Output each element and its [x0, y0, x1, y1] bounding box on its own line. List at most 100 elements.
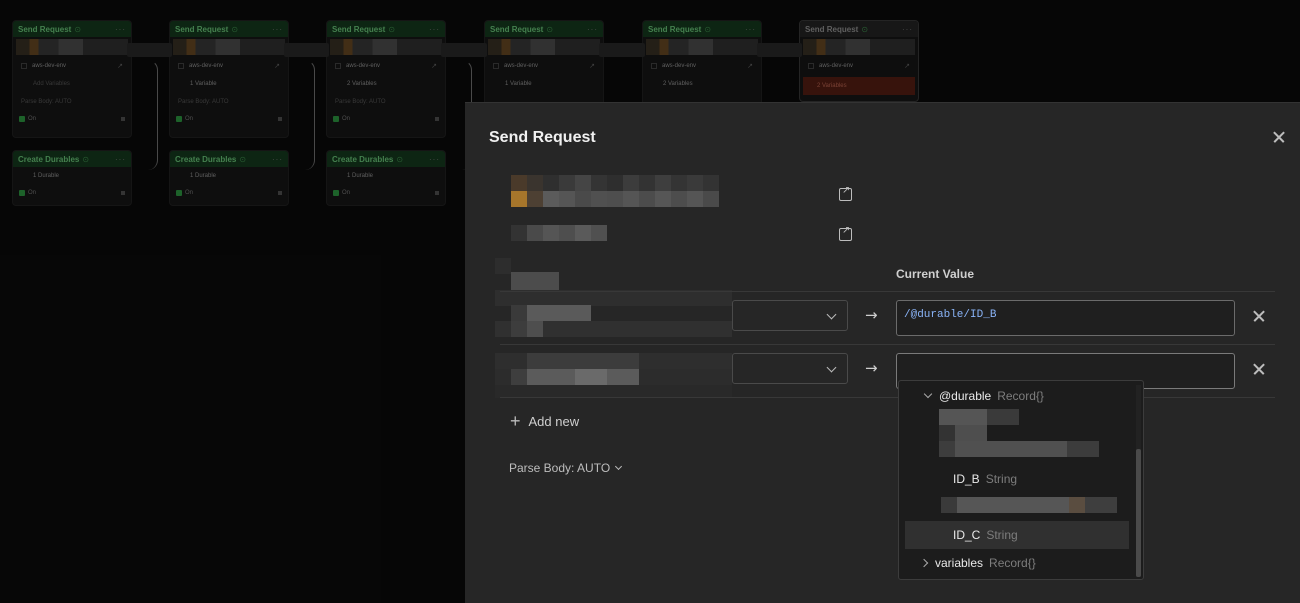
- variable-select[interactable]: [732, 300, 848, 331]
- node-connector: [284, 43, 329, 57]
- node-header: Send Request ⊙ ···: [327, 21, 445, 37]
- node-title: Create Durables ⊙: [18, 154, 90, 164]
- tree-item-id-c[interactable]: ID_C String: [905, 521, 1129, 549]
- variables-row[interactable]: 2 Variables: [643, 75, 761, 93]
- arrow-right-icon: →: [865, 306, 878, 324]
- durables-row[interactable]: 1 Durable: [327, 167, 445, 185]
- on-checkbox-icon[interactable]: [176, 190, 182, 196]
- tree-group-durable[interactable]: @durable Record{}: [899, 382, 1131, 410]
- edge-wire: [128, 60, 158, 170]
- external-link-icon[interactable]: ↗: [431, 62, 437, 70]
- durables-row[interactable]: 1 Durable: [170, 167, 288, 185]
- variables-row[interactable]: Add Variables: [13, 75, 131, 93]
- variables-row[interactable]: 1 Variable: [170, 75, 288, 93]
- value-suggestions-dropdown[interactable]: @durable Record{} ID_B String ID_C String v…: [898, 380, 1144, 580]
- handle-icon[interactable]: [121, 191, 125, 195]
- handle-icon[interactable]: [435, 117, 439, 121]
- node-footer: On: [13, 111, 131, 127]
- more-icon[interactable]: ···: [745, 25, 756, 34]
- plus-icon: +: [510, 411, 521, 431]
- node-connector: [441, 43, 487, 57]
- env-row[interactable]: aws-dev-env ↗: [170, 57, 288, 75]
- variables-row[interactable]: 1 Variable: [485, 75, 603, 93]
- divider: [500, 344, 1275, 345]
- send-request-node[interactable]: Send Request ⊙ ··· aws-dev-env ↗ Add Variab…: [12, 20, 132, 138]
- more-icon[interactable]: ···: [115, 25, 126, 34]
- more-icon[interactable]: ···: [902, 25, 913, 34]
- external-link-icon[interactable]: ↗: [589, 62, 595, 70]
- send-request-node[interactable]: Send Request ⊙ ··· aws-dev-env ↗ 2 Variable…: [326, 20, 446, 138]
- send-request-node-active[interactable]: Send Request ⊙ ··· aws-dev-env ↗ 2 Variable…: [799, 20, 919, 102]
- create-durables-node[interactable]: Create Durables ⊙ ··· 1 Durable On: [12, 150, 132, 206]
- on-checkbox-icon[interactable]: [333, 116, 339, 122]
- on-checkbox-icon[interactable]: [333, 190, 339, 196]
- external-link-icon[interactable]: ↗: [747, 62, 753, 70]
- send-request-node[interactable]: Send Request ⊙ ··· aws-dev-env ↗ 2 Variable…: [642, 20, 762, 110]
- variable-select[interactable]: [732, 353, 848, 384]
- redacted-url: [646, 39, 758, 55]
- send-request-node[interactable]: Send Request ⊙ ··· aws-dev-env ↗ 1 Variable…: [169, 20, 289, 138]
- node-header: Send Request ⊙ ···: [800, 21, 918, 37]
- env-row[interactable]: aws-dev-env ↗: [643, 57, 761, 75]
- add-new-button[interactable]: + Add new: [510, 412, 579, 430]
- env-icon: [651, 63, 657, 69]
- durables-row[interactable]: 1 Durable: [13, 167, 131, 185]
- variables-row[interactable]: 2 Variables: [327, 75, 445, 93]
- chevron-right-icon[interactable]: [919, 558, 929, 568]
- node-header: Create Durables ⊙ ···: [327, 151, 445, 167]
- redacted-item: [941, 497, 1117, 513]
- divider: [500, 397, 1275, 398]
- more-icon[interactable]: ···: [587, 25, 598, 34]
- handle-icon[interactable]: [278, 191, 282, 195]
- external-link-icon[interactable]: ↗: [274, 62, 280, 70]
- create-durables-node[interactable]: Create Durables ⊙ ··· 1 Durable On: [169, 150, 289, 206]
- env-row[interactable]: aws-dev-env ↗: [13, 57, 131, 75]
- current-value-input[interactable]: /@durable/ID_B: [896, 300, 1235, 336]
- on-checkbox-icon[interactable]: [19, 116, 25, 122]
- parse-body-row[interactable]: Parse Body: AUTO: [170, 93, 288, 111]
- node-footer: On: [327, 111, 445, 127]
- external-link-icon[interactable]: ↗: [117, 62, 123, 70]
- create-durables-node[interactable]: Create Durables ⊙ ··· 1 Durable On: [326, 150, 446, 206]
- close-icon[interactable]: [1269, 127, 1289, 147]
- external-link-icon[interactable]: [839, 225, 852, 241]
- node-title: Send Request ⊙: [18, 24, 82, 34]
- redacted-url: [330, 39, 442, 55]
- send-request-panel: Send Request Current Value → /@durable/I…: [465, 102, 1300, 603]
- env-row[interactable]: aws-dev-env ↗: [485, 57, 603, 75]
- chevron-down-icon[interactable]: [923, 389, 933, 399]
- more-icon[interactable]: ···: [115, 155, 126, 164]
- node-footer: On: [170, 185, 288, 201]
- parse-body-row[interactable]: Parse Body: AUTO: [13, 93, 131, 111]
- more-icon[interactable]: ···: [272, 155, 283, 164]
- redacted-items: [939, 409, 1099, 457]
- node-title: Send Request ⊙: [332, 24, 396, 34]
- env-icon: [178, 63, 184, 69]
- handle-icon[interactable]: [121, 117, 125, 121]
- variables-row-error[interactable]: 2 Variables: [803, 77, 915, 95]
- external-link-icon[interactable]: ↗: [904, 62, 910, 70]
- send-request-node[interactable]: Send Request ⊙ ··· aws-dev-env ↗ 1 Variable: [484, 20, 604, 110]
- parse-body-select[interactable]: Parse Body: AUTO: [509, 461, 623, 475]
- node-connector: [127, 43, 172, 57]
- on-checkbox-icon[interactable]: [176, 116, 182, 122]
- tree-group-variables[interactable]: variables Record{}: [899, 549, 1131, 577]
- handle-icon[interactable]: [278, 117, 282, 121]
- remove-row-icon[interactable]: [1249, 306, 1269, 326]
- node-title: Send Request ⊙: [648, 24, 712, 34]
- env-icon: [493, 63, 499, 69]
- env-row[interactable]: aws-dev-env ↗: [800, 57, 918, 75]
- on-checkbox-icon[interactable]: [19, 190, 25, 196]
- more-icon[interactable]: ···: [272, 25, 283, 34]
- scrollbar-thumb[interactable]: [1136, 449, 1141, 577]
- handle-icon[interactable]: [435, 191, 439, 195]
- env-row[interactable]: aws-dev-env ↗: [327, 57, 445, 75]
- divider: [500, 291, 1275, 292]
- parse-body-row[interactable]: Parse Body: AUTO: [327, 93, 445, 111]
- remove-row-icon[interactable]: [1249, 359, 1269, 379]
- more-icon[interactable]: ···: [429, 25, 440, 34]
- tree-item-id-b[interactable]: ID_B String: [899, 465, 1131, 493]
- more-icon[interactable]: ···: [429, 155, 440, 164]
- redacted-content: [495, 175, 732, 398]
- external-link-icon[interactable]: [839, 185, 852, 201]
